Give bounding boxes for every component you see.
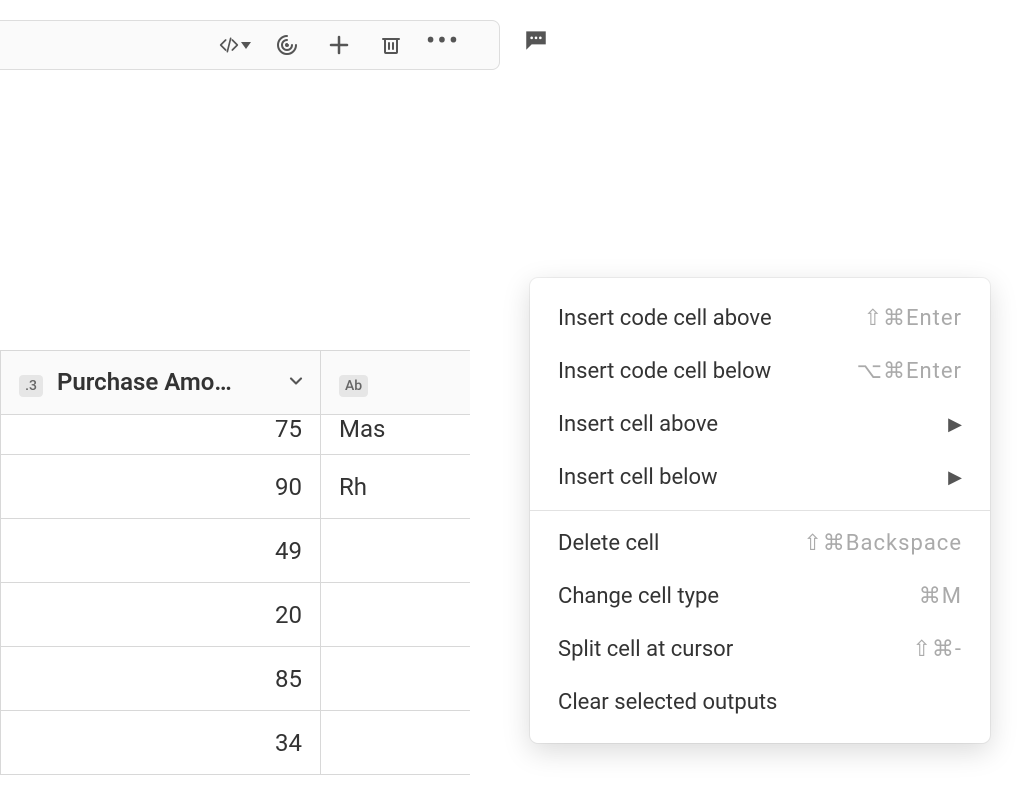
cell-type-dropdown[interactable]: [219, 29, 251, 61]
menu-item-shortcut: ⇧⌘-: [912, 637, 962, 662]
menu-delete-cell[interactable]: Delete cell ⇧⌘Backspace: [530, 517, 990, 570]
menu-item-label: Insert cell above: [558, 412, 718, 437]
add-cell-button[interactable]: [323, 29, 355, 61]
run-button[interactable]: [271, 29, 303, 61]
menu-item-shortcut: ⇧⌘Backspace: [803, 531, 962, 556]
menu-item-label: Change cell type: [558, 584, 719, 609]
more-actions-button[interactable]: •••: [427, 29, 459, 61]
menu-item-label: Insert code cell below: [558, 359, 771, 384]
table-row: 34: [1, 711, 471, 775]
table-row: 90 Rh: [1, 455, 471, 519]
cell-text: Mas: [321, 415, 471, 455]
cell-number: 34: [1, 711, 321, 775]
menu-insert-cell-above[interactable]: Insert cell above ▶: [530, 398, 990, 451]
delete-cell-button[interactable]: [375, 29, 407, 61]
table-row: 85: [1, 647, 471, 711]
column-type-badge: Ab: [339, 375, 368, 397]
column-header-label: Purchase Amo…: [57, 368, 232, 396]
column-menu-toggle[interactable]: [286, 369, 306, 397]
cell-text: Rh: [321, 455, 471, 519]
menu-insert-code-below[interactable]: Insert code cell below ⌥⌘Enter: [530, 345, 990, 398]
cell-number: 49: [1, 519, 321, 583]
menu-clear-outputs[interactable]: Clear selected outputs: [530, 676, 990, 729]
table-row: 49: [1, 519, 471, 583]
table-row: 75 Mas: [1, 415, 471, 455]
table-row: 20: [1, 583, 471, 647]
menu-item-label: Delete cell: [558, 531, 659, 556]
cell-text: [321, 583, 471, 647]
code-icon: [219, 33, 239, 57]
column-type-badge: .3: [19, 375, 43, 397]
table-header-row: .3 Purchase Amo… Ab: [1, 351, 471, 415]
spiral-icon: [275, 33, 299, 57]
menu-item-label: Clear selected outputs: [558, 690, 777, 715]
cell-number: 90: [1, 455, 321, 519]
trash-icon: [379, 33, 403, 57]
menu-item-shortcut: ⌘M: [919, 584, 962, 609]
cell-number: 75: [1, 415, 321, 455]
menu-insert-code-above[interactable]: Insert code cell above ⇧⌘Enter: [530, 292, 990, 345]
chevron-down-icon: [286, 371, 306, 391]
menu-item-shortcut: ⌥⌘Enter: [857, 359, 962, 384]
cell-toolbar: •••: [0, 20, 500, 70]
menu-insert-cell-below[interactable]: Insert cell below ▶: [530, 451, 990, 504]
cell-text: [321, 711, 471, 775]
column-header-purchase-amount[interactable]: .3 Purchase Amo…: [1, 351, 321, 415]
menu-split-cell[interactable]: Split cell at cursor ⇧⌘-: [530, 623, 990, 676]
plus-icon: [327, 33, 351, 57]
comment-icon: [522, 27, 550, 53]
comment-button[interactable]: [520, 26, 552, 54]
context-menu: Insert code cell above ⇧⌘Enter Insert co…: [530, 278, 990, 743]
cell-number: 85: [1, 647, 321, 711]
cell-text: [321, 647, 471, 711]
cell-text: [321, 519, 471, 583]
data-table: .3 Purchase Amo… Ab 75 Mas 9: [0, 350, 470, 775]
menu-item-label: Split cell at cursor: [558, 637, 733, 662]
menu-item-shortcut: ⇧⌘Enter: [864, 306, 962, 331]
submenu-caret-icon: ▶: [948, 414, 962, 435]
menu-item-label: Insert code cell above: [558, 306, 772, 331]
column-header-text[interactable]: Ab: [321, 351, 471, 415]
menu-item-label: Insert cell below: [558, 465, 718, 490]
chevron-down-icon: [241, 42, 251, 49]
menu-change-cell-type[interactable]: Change cell type ⌘M: [530, 570, 990, 623]
cell-number: 20: [1, 583, 321, 647]
submenu-caret-icon: ▶: [948, 467, 962, 488]
menu-separator: [530, 510, 990, 511]
